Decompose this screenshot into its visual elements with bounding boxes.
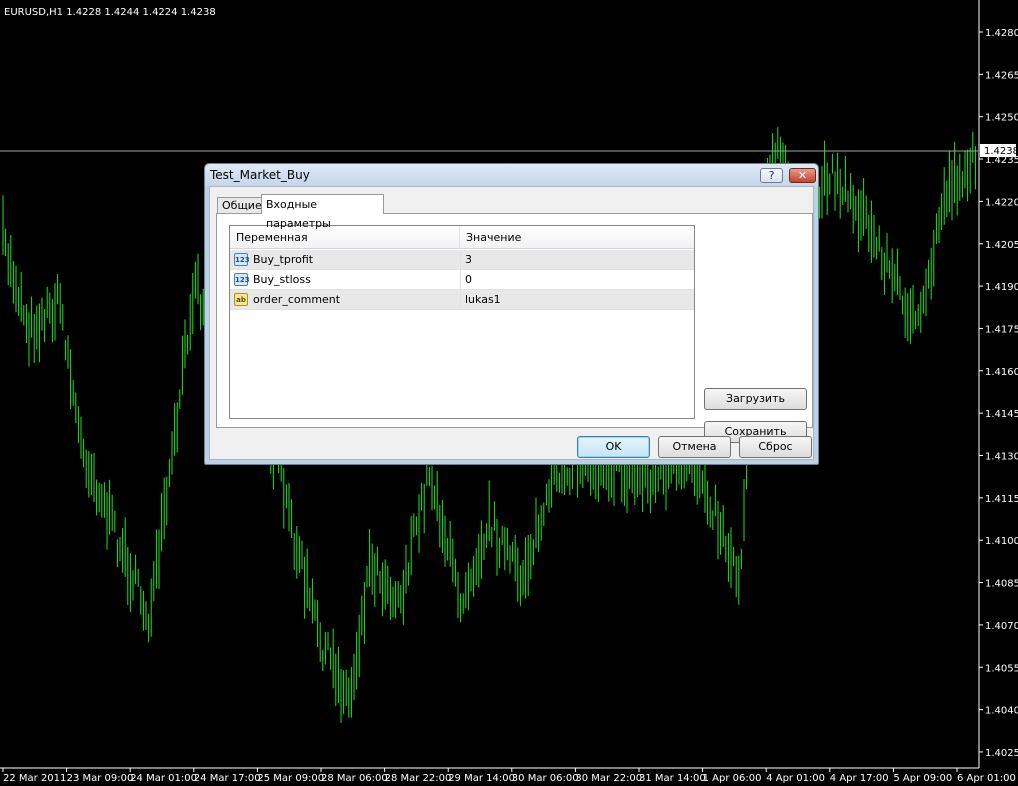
time-tick-label: 31 Mar 14:00 — [639, 773, 706, 784]
column-divider — [460, 270, 461, 289]
price-tick-label: 1.4190 — [985, 282, 1018, 293]
time-tick-label: 25 Mar 09:00 — [257, 773, 324, 784]
string-type-icon: ab — [234, 293, 248, 306]
time-tick-label: 6 Apr 01:00 — [957, 773, 1016, 784]
reset-button[interactable]: Сброс — [739, 436, 812, 458]
price-tick-label: 1.4070 — [985, 621, 1018, 632]
dialog-body: Общие Входные параметры Переменная Значе… — [209, 186, 814, 460]
price-tick-label: 1.4085 — [985, 579, 1018, 590]
input-parameters-dialog: Test_Market_Buy ? ✕ Общие Входные параме… — [204, 163, 819, 465]
row-variable-name: Buy_stloss — [253, 273, 311, 286]
price-tick-label: 1.4055 — [985, 663, 1018, 674]
row-value[interactable]: 0 — [465, 270, 472, 290]
column-divider — [460, 250, 461, 269]
price-tick-label: 1.4100 — [985, 536, 1018, 547]
time-tick-label: 22 Mar 2011 — [3, 773, 66, 784]
time-tick-label: 28 Mar 22:00 — [385, 773, 452, 784]
time-tick-label: 28 Mar 06:00 — [321, 773, 388, 784]
table-row[interactable]: 123 Buy_tprofit 3 — [230, 250, 694, 270]
price-tick-label: 1.4040 — [985, 706, 1018, 717]
tab-general[interactable]: Общие — [217, 197, 262, 214]
price-tick-label: 1.4250 — [985, 113, 1018, 124]
price-tick-label: 1.4145 — [985, 409, 1018, 420]
time-tick-label: 24 Mar 01:00 — [130, 773, 197, 784]
price-tick-label: 1.4160 — [985, 367, 1018, 378]
table-row[interactable]: ab order_comment lukas1 — [230, 290, 694, 310]
row-value[interactable]: lukas1 — [465, 290, 501, 310]
column-header-variable[interactable]: Переменная — [230, 226, 460, 249]
ok-button[interactable]: OK — [577, 436, 650, 458]
price-tick-label: 1.4265 — [985, 70, 1018, 81]
price-tick-label: 1.4220 — [985, 197, 1018, 208]
price-axis: 1.42801.42651.42501.42351.42201.42051.41… — [979, 28, 1018, 759]
price-tick-label: 1.4115 — [985, 494, 1018, 505]
cancel-button[interactable]: Отмена — [658, 436, 731, 458]
symbol-info: EURUSD,H1 1.4228 1.4244 1.4224 1.4238 — [4, 7, 216, 18]
price-tick-label: 1.4025 — [985, 748, 1018, 759]
time-tick-label: 24 Mar 17:00 — [194, 773, 261, 784]
time-tick-label: 23 Mar 09:00 — [67, 773, 134, 784]
time-tick-label: 5 Apr 09:00 — [893, 773, 952, 784]
dialog-titlebar[interactable]: Test_Market_Buy ? ✕ — [205, 164, 818, 186]
help-button[interactable]: ? — [760, 168, 783, 183]
time-tick-label: 30 Mar 22:00 — [575, 773, 642, 784]
time-tick-label: 4 Apr 17:00 — [830, 773, 889, 784]
time-tick-label: 30 Mar 06:00 — [512, 773, 579, 784]
number-type-icon: 123 — [234, 253, 250, 266]
row-variable-name: Buy_tprofit — [253, 253, 314, 266]
dialog-title: Test_Market_Buy — [210, 168, 310, 182]
price-tick-label: 1.4130 — [985, 452, 1018, 463]
current-price-label: 1.4238 — [984, 146, 1018, 157]
load-button[interactable]: Загрузить — [704, 388, 807, 410]
price-tick-label: 1.4280 — [985, 28, 1018, 39]
tab-input-parameters[interactable]: Входные параметры — [261, 194, 384, 230]
time-tick-label: 4 Apr 01:00 — [766, 773, 825, 784]
table-row[interactable]: 123 Buy_stloss 0 — [230, 270, 694, 290]
parameters-table: Переменная Значение 123 Buy_tprofit 3 12… — [229, 225, 695, 419]
close-button[interactable]: ✕ — [789, 168, 816, 183]
column-header-value[interactable]: Значение — [460, 226, 694, 249]
time-tick-label: 29 Mar 14:00 — [448, 773, 515, 784]
time-tick-label: 1 Apr 06:00 — [703, 773, 762, 784]
number-type-icon: 123 — [234, 273, 250, 286]
row-value[interactable]: 3 — [465, 250, 472, 270]
price-tick-label: 1.4205 — [985, 240, 1018, 251]
time-axis: 22 Mar 2011 23 Mar 09:0024 Mar 01:0024 Ma… — [2, 768, 1016, 784]
column-divider — [460, 290, 461, 309]
price-tick-label: 1.4175 — [985, 324, 1018, 335]
row-variable-name: order_comment — [253, 293, 341, 306]
tab-panel: Переменная Значение 123 Buy_tprofit 3 12… — [216, 213, 813, 443]
